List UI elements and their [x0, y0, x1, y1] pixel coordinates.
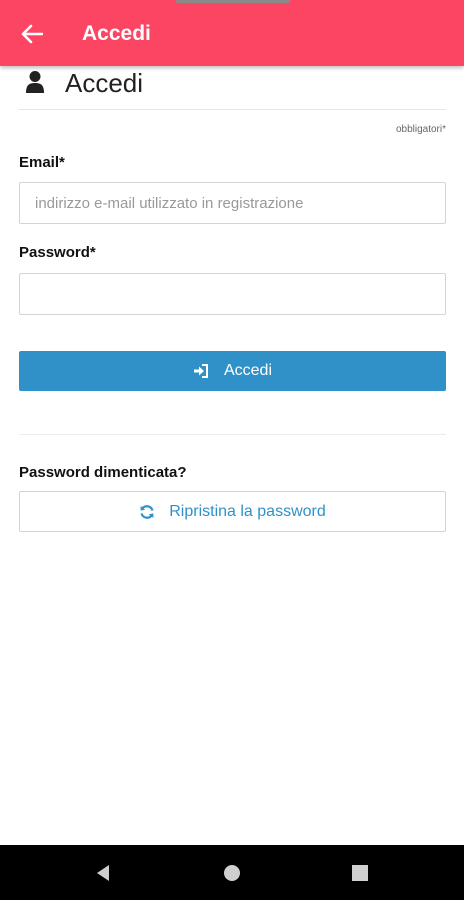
password-field[interactable]	[19, 273, 446, 315]
forgot-password-label: Password dimenticata?	[19, 464, 187, 481]
back-button[interactable]	[14, 17, 50, 51]
status-bar-indicator	[176, 0, 290, 3]
nav-back-icon[interactable]	[92, 862, 114, 884]
reset-password-label: Ripristina la password	[169, 502, 326, 520]
user-icon	[26, 71, 44, 93]
page-header: Accedi	[19, 66, 446, 110]
nav-home-icon[interactable]	[221, 862, 243, 884]
sign-in-icon	[193, 364, 208, 378]
required-fields-note: obbligatori*	[395, 124, 446, 135]
arrow-left-icon	[21, 24, 43, 44]
reset-password-button[interactable]: Ripristina la password	[19, 491, 446, 532]
login-button[interactable]: Accedi	[19, 351, 446, 391]
nav-recents-icon[interactable]	[349, 862, 371, 884]
refresh-icon	[140, 504, 154, 519]
email-field[interactable]	[19, 182, 446, 224]
system-navigation-bar	[0, 845, 464, 900]
email-label: Email*	[19, 154, 65, 171]
app-bar: Accedi	[0, 0, 464, 66]
password-label: Password*	[19, 244, 96, 261]
login-button-label: Accedi	[223, 362, 273, 379]
page-title: Accedi	[65, 68, 144, 98]
app-bar-title: Accedi	[82, 22, 151, 45]
divider	[19, 434, 446, 435]
